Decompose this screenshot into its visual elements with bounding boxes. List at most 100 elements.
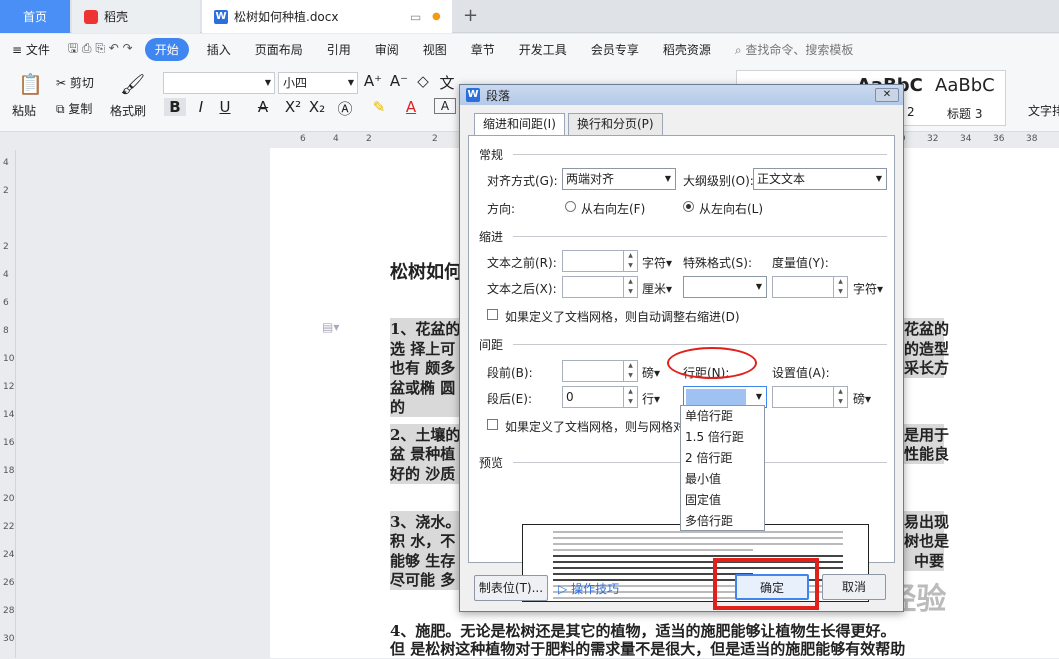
- ltr-radio[interactable]: [683, 201, 694, 212]
- section-general: 常规: [479, 148, 504, 162]
- tabs-button[interactable]: 制表位(T)...: [474, 575, 548, 601]
- ruler-tick: 2: [3, 242, 9, 252]
- option-single[interactable]: 单倍行距: [681, 406, 764, 427]
- menu-page-layout[interactable]: 页面布局: [243, 41, 315, 58]
- menu-member[interactable]: 会员专享: [579, 41, 651, 58]
- menu-file-label: 文件: [25, 42, 50, 57]
- align-select[interactable]: 两端对齐 ▼: [562, 168, 676, 190]
- paragraph-dialog: W 段落 ✕ 缩进和间距(I) 换行和分页(P) 常规 对齐方式(G): 两端对齐…: [459, 84, 904, 612]
- spacing-before-unit[interactable]: 磅▾: [642, 364, 660, 381]
- spin-arrows-icon[interactable]: ▲ ▼: [623, 361, 637, 381]
- text-effect-icon[interactable]: Ⓐ: [334, 98, 356, 119]
- command-search[interactable]: ⌕ 查找命令、搜索模板: [723, 41, 866, 58]
- text-tool-button[interactable]: 文字排: [1028, 102, 1059, 119]
- tab-indent-spacing[interactable]: 缩进和间距(I): [474, 113, 565, 136]
- option-at-least[interactable]: 最小值: [681, 469, 764, 490]
- spin-arrows-icon[interactable]: ▲ ▼: [623, 387, 637, 407]
- style-label-heading3: 标题 3: [947, 107, 983, 121]
- superscript-icon[interactable]: X²: [282, 98, 304, 116]
- preview-line: [553, 543, 843, 545]
- paste-icon[interactable]: 📋: [18, 72, 43, 96]
- dialog-titlebar[interactable]: W 段落: [460, 85, 903, 105]
- clear-format-icon[interactable]: ◇: [412, 72, 434, 90]
- paste-button[interactable]: 粘贴: [12, 102, 36, 119]
- format-painter-button[interactable]: 格式刷: [110, 102, 146, 119]
- cut-button[interactable]: ✂ 剪切: [56, 74, 94, 91]
- before-text-unit[interactable]: 字符▾: [642, 254, 672, 271]
- menu-daoke-resources[interactable]: 稻壳资源: [651, 41, 723, 58]
- chevron-down-icon: ▼: [875, 174, 882, 183]
- tab-daoke[interactable]: 稻壳: [72, 0, 200, 33]
- bold-icon[interactable]: B: [164, 98, 186, 116]
- paragraph-handle-icon[interactable]: ▤▾: [322, 320, 339, 334]
- selection-fill: [686, 389, 746, 405]
- spacing-after-unit[interactable]: 行▾: [642, 390, 660, 407]
- font-size-select[interactable]: 小四 ▼: [278, 72, 358, 94]
- spacing-after-input[interactable]: 0 ▲ ▼: [562, 386, 638, 408]
- before-text-input[interactable]: ▲ ▼: [562, 250, 638, 272]
- font-size-value: 小四: [283, 76, 308, 90]
- unit-char-label: 字符: [642, 256, 667, 270]
- cancel-button[interactable]: 取消: [822, 574, 886, 600]
- doc-line-right: 的造型: [904, 338, 950, 359]
- set-value-input[interactable]: ▲ ▼: [772, 386, 848, 408]
- menu-developer[interactable]: 开发工具: [507, 41, 579, 58]
- outline-select[interactable]: 正文文本 ▼: [753, 168, 887, 190]
- tab-document[interactable]: W 松树如何种植.docx ▭ ●: [202, 0, 452, 33]
- measure-unit[interactable]: 字符▾: [853, 280, 883, 297]
- ltr-label: 从左向右(L): [699, 202, 764, 216]
- doc-line-left: 1、花盆的: [390, 318, 461, 339]
- menu-review[interactable]: 审阅: [363, 41, 411, 58]
- spin-arrows-icon[interactable]: ▲ ▼: [833, 277, 847, 297]
- option-double[interactable]: 2 倍行距: [681, 448, 764, 469]
- menu-insert[interactable]: 插入: [195, 41, 243, 58]
- doc-line-left: 也有 颇多: [390, 357, 460, 378]
- after-text-input[interactable]: ▲ ▼: [562, 276, 638, 298]
- menu-references[interactable]: 引用: [315, 41, 363, 58]
- underline-icon[interactable]: U: [214, 98, 236, 116]
- highlight-icon[interactable]: ✎: [368, 98, 390, 116]
- doc-line-left: 能够 生存: [390, 550, 460, 571]
- menu-chapter[interactable]: 章节: [459, 41, 507, 58]
- shrink-font-icon[interactable]: A⁻: [388, 72, 410, 90]
- monitor-icon[interactable]: ▭: [410, 10, 421, 24]
- menu-view[interactable]: 视图: [411, 41, 459, 58]
- char-border-icon[interactable]: A: [434, 98, 456, 114]
- close-icon[interactable]: ✕: [875, 88, 899, 102]
- tips-link[interactable]: ▷ 操作技巧: [558, 580, 619, 597]
- after-text-unit[interactable]: 厘米▾: [642, 280, 672, 297]
- tab-line-page-break[interactable]: 换行和分页(P): [568, 113, 663, 135]
- strikethrough-icon[interactable]: A: [252, 98, 274, 116]
- style-sample-2[interactable]: AaBbC: [935, 75, 995, 96]
- menu-home[interactable]: 开始: [144, 37, 189, 61]
- spin-arrows-icon[interactable]: ▲ ▼: [833, 387, 847, 407]
- new-tab-icon[interactable]: +: [463, 5, 478, 26]
- font-name-select[interactable]: ▼: [163, 72, 275, 94]
- font-color-icon[interactable]: A: [400, 98, 422, 116]
- subscript-icon[interactable]: X₂: [306, 98, 328, 116]
- ruler-tick: 10: [3, 354, 15, 364]
- grow-font-icon[interactable]: A⁺: [362, 72, 384, 90]
- ruler-tick: 8: [3, 326, 9, 336]
- tab-home[interactable]: 首页: [0, 0, 70, 33]
- paragraph-4-line-2: 但 是松树这种植物对于肥料的需求量不是很大，但是适当的施肥能够有效帮助: [390, 640, 906, 658]
- spin-arrows-icon[interactable]: ▲ ▼: [623, 277, 637, 297]
- option-1-5[interactable]: 1.5 倍行距: [681, 427, 764, 448]
- set-value-unit[interactable]: 磅▾: [853, 390, 871, 407]
- spacing-before-input[interactable]: ▲ ▼: [562, 360, 638, 382]
- brush-icon[interactable]: 🖌: [120, 72, 145, 96]
- copy-button[interactable]: ⧉ 复制: [56, 100, 92, 117]
- rtl-radio[interactable]: [565, 201, 576, 212]
- special-format-select[interactable]: ▼: [683, 276, 767, 298]
- pinyin-icon[interactable]: 文: [436, 72, 458, 93]
- menu-file[interactable]: ≡ 文件: [0, 41, 62, 58]
- italic-icon[interactable]: I: [190, 98, 212, 116]
- option-exactly[interactable]: 固定值: [681, 490, 764, 511]
- spin-arrows-icon[interactable]: ▲ ▼: [623, 251, 637, 271]
- measure-input[interactable]: ▲ ▼: [772, 276, 848, 298]
- auto-indent-checkbox[interactable]: [487, 309, 498, 320]
- quick-access-icons[interactable]: 🖫 ⎙ ⎘ ↶ ↷: [62, 39, 139, 60]
- grid-align-checkbox[interactable]: [487, 419, 498, 430]
- option-multiple[interactable]: 多倍行距: [681, 511, 764, 532]
- special-format-label: 特殊格式(S):: [683, 256, 753, 270]
